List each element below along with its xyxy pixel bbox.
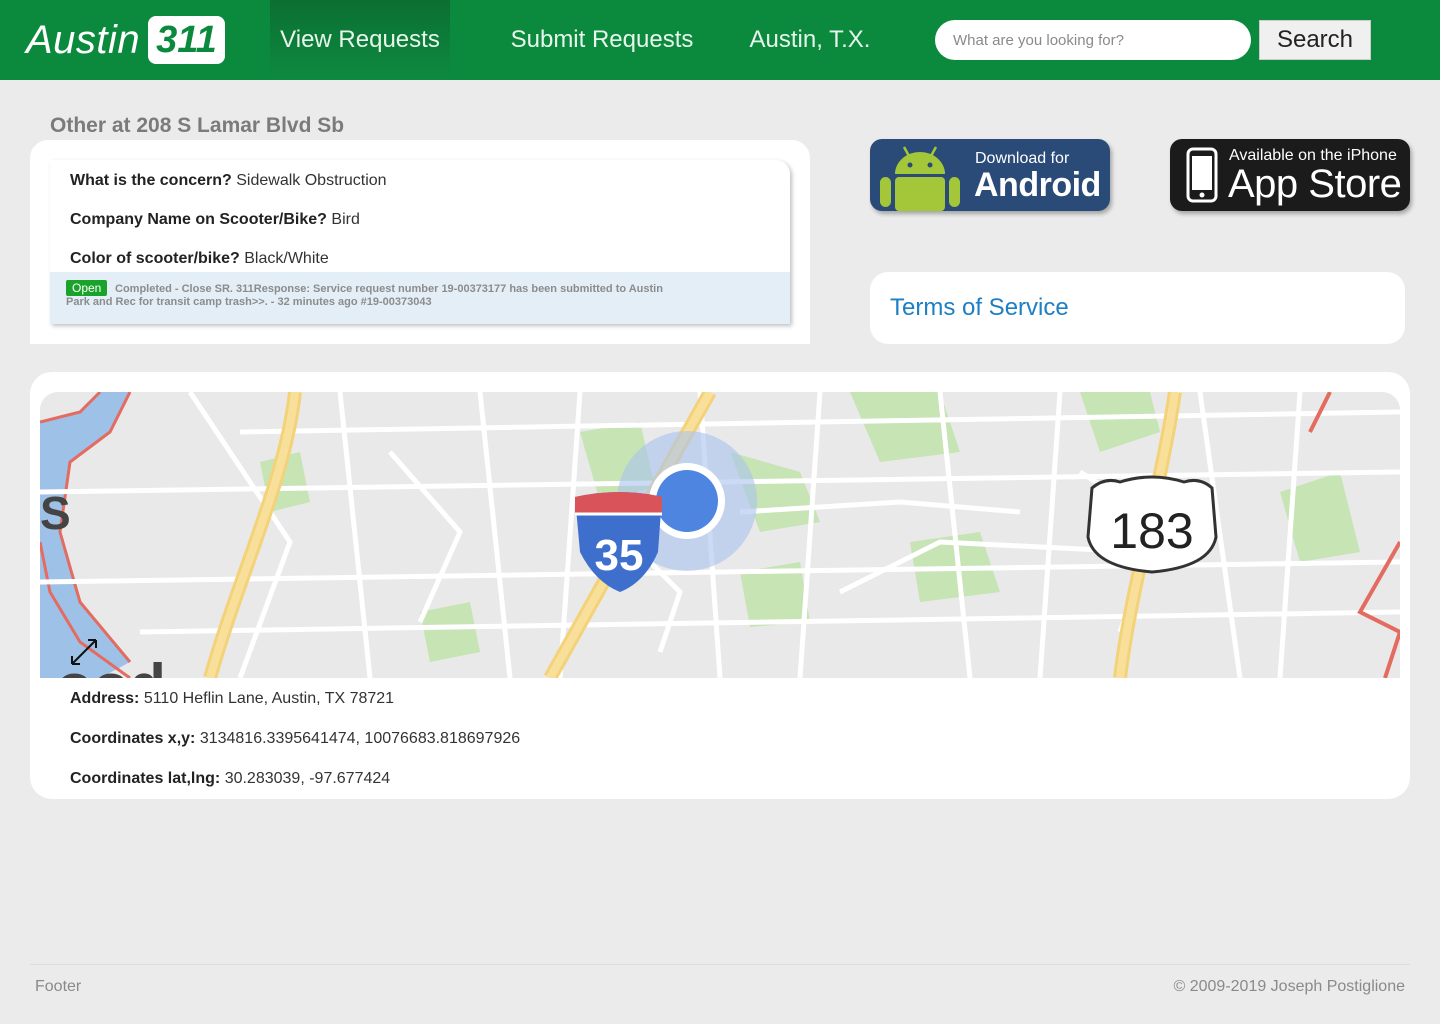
logo-word: Austin: [26, 17, 141, 62]
company-value: Bird: [331, 211, 360, 228]
request-title: Other at 208 S Lamar Blvd Sb: [50, 114, 345, 137]
color-field: Color of scooter/bike? Black/White: [70, 250, 329, 268]
coordinates-latlng-label: Coordinates lat,lng:: [70, 770, 221, 787]
search-input[interactable]: [935, 20, 1251, 60]
us-highway-number: 183: [1110, 503, 1193, 559]
nav-view-requests[interactable]: View Requests: [270, 0, 450, 80]
concern-field: What is the concern? Sidewalk Obstructio…: [70, 172, 387, 190]
terms-of-service-link[interactable]: Terms of Service: [890, 294, 1069, 322]
address-row: Address: 5110 Heflin Lane, Austin, TX 78…: [70, 690, 394, 708]
concern-value: Sidewalk Obstruction: [236, 172, 387, 189]
address-label: Address:: [70, 690, 140, 707]
company-label: Company Name on Scooter/Bike?: [70, 211, 327, 228]
color-value: Black/White: [244, 250, 329, 267]
app-store-big-text: App Store: [1228, 162, 1402, 206]
concern-label: What is the concern?: [70, 172, 232, 189]
coordinates-latlng-value: 30.283039, -97.677424: [224, 770, 391, 787]
coordinates-xy-value: 3134816.3395641474, 10076683.818697926: [199, 730, 521, 747]
footer-divider: [30, 964, 1410, 965]
terms-card: Terms of Service: [870, 272, 1405, 344]
android-robot-icon: [880, 146, 960, 211]
nav-austin-tx[interactable]: Austin, T.X.: [735, 0, 885, 80]
iphone-icon: [1186, 147, 1218, 203]
location-map[interactable]: 35 183 S ood: [40, 392, 1400, 678]
footer-label: Footer: [35, 978, 82, 995]
company-field: Company Name on Scooter/Bike? Bird: [70, 211, 360, 229]
coordinates-latlng-row: Coordinates lat,lng: 30.283039, -97.6774…: [70, 770, 390, 788]
coordinates-xy-label: Coordinates x,y:: [70, 730, 196, 747]
status-badge: Open: [66, 280, 108, 296]
interstate-number: 35: [595, 531, 644, 580]
map-label-fragment: S: [40, 487, 71, 539]
copyright-text: © 2009-2019 Joseph Postiglione: [1173, 978, 1405, 995]
logo-number: 311: [148, 16, 225, 64]
coordinates-xy-row: Coordinates x,y: 3134816.3395641474, 100…: [70, 730, 520, 748]
app-store-badge[interactable]: Available on the iPhone App Store: [1170, 139, 1410, 211]
address-value: 5110 Heflin Lane, Austin, TX 78721: [143, 690, 395, 707]
android-download-badge[interactable]: Download for Android: [870, 139, 1110, 211]
expand-map-icon[interactable]: [68, 636, 102, 670]
color-label: Color of scooter/bike?: [70, 250, 240, 267]
nav-submit-requests[interactable]: Submit Requests: [490, 0, 714, 80]
android-badge-big-text: Android: [974, 166, 1101, 204]
status-update-text: Completed - Close SR. 311Response: Servi…: [66, 283, 663, 308]
austin-311-logo[interactable]: Austin 311: [26, 16, 225, 64]
search-button[interactable]: Search: [1259, 20, 1371, 60]
top-navigation-bar: Austin 311 View Requests Submit Requests…: [0, 0, 1440, 80]
